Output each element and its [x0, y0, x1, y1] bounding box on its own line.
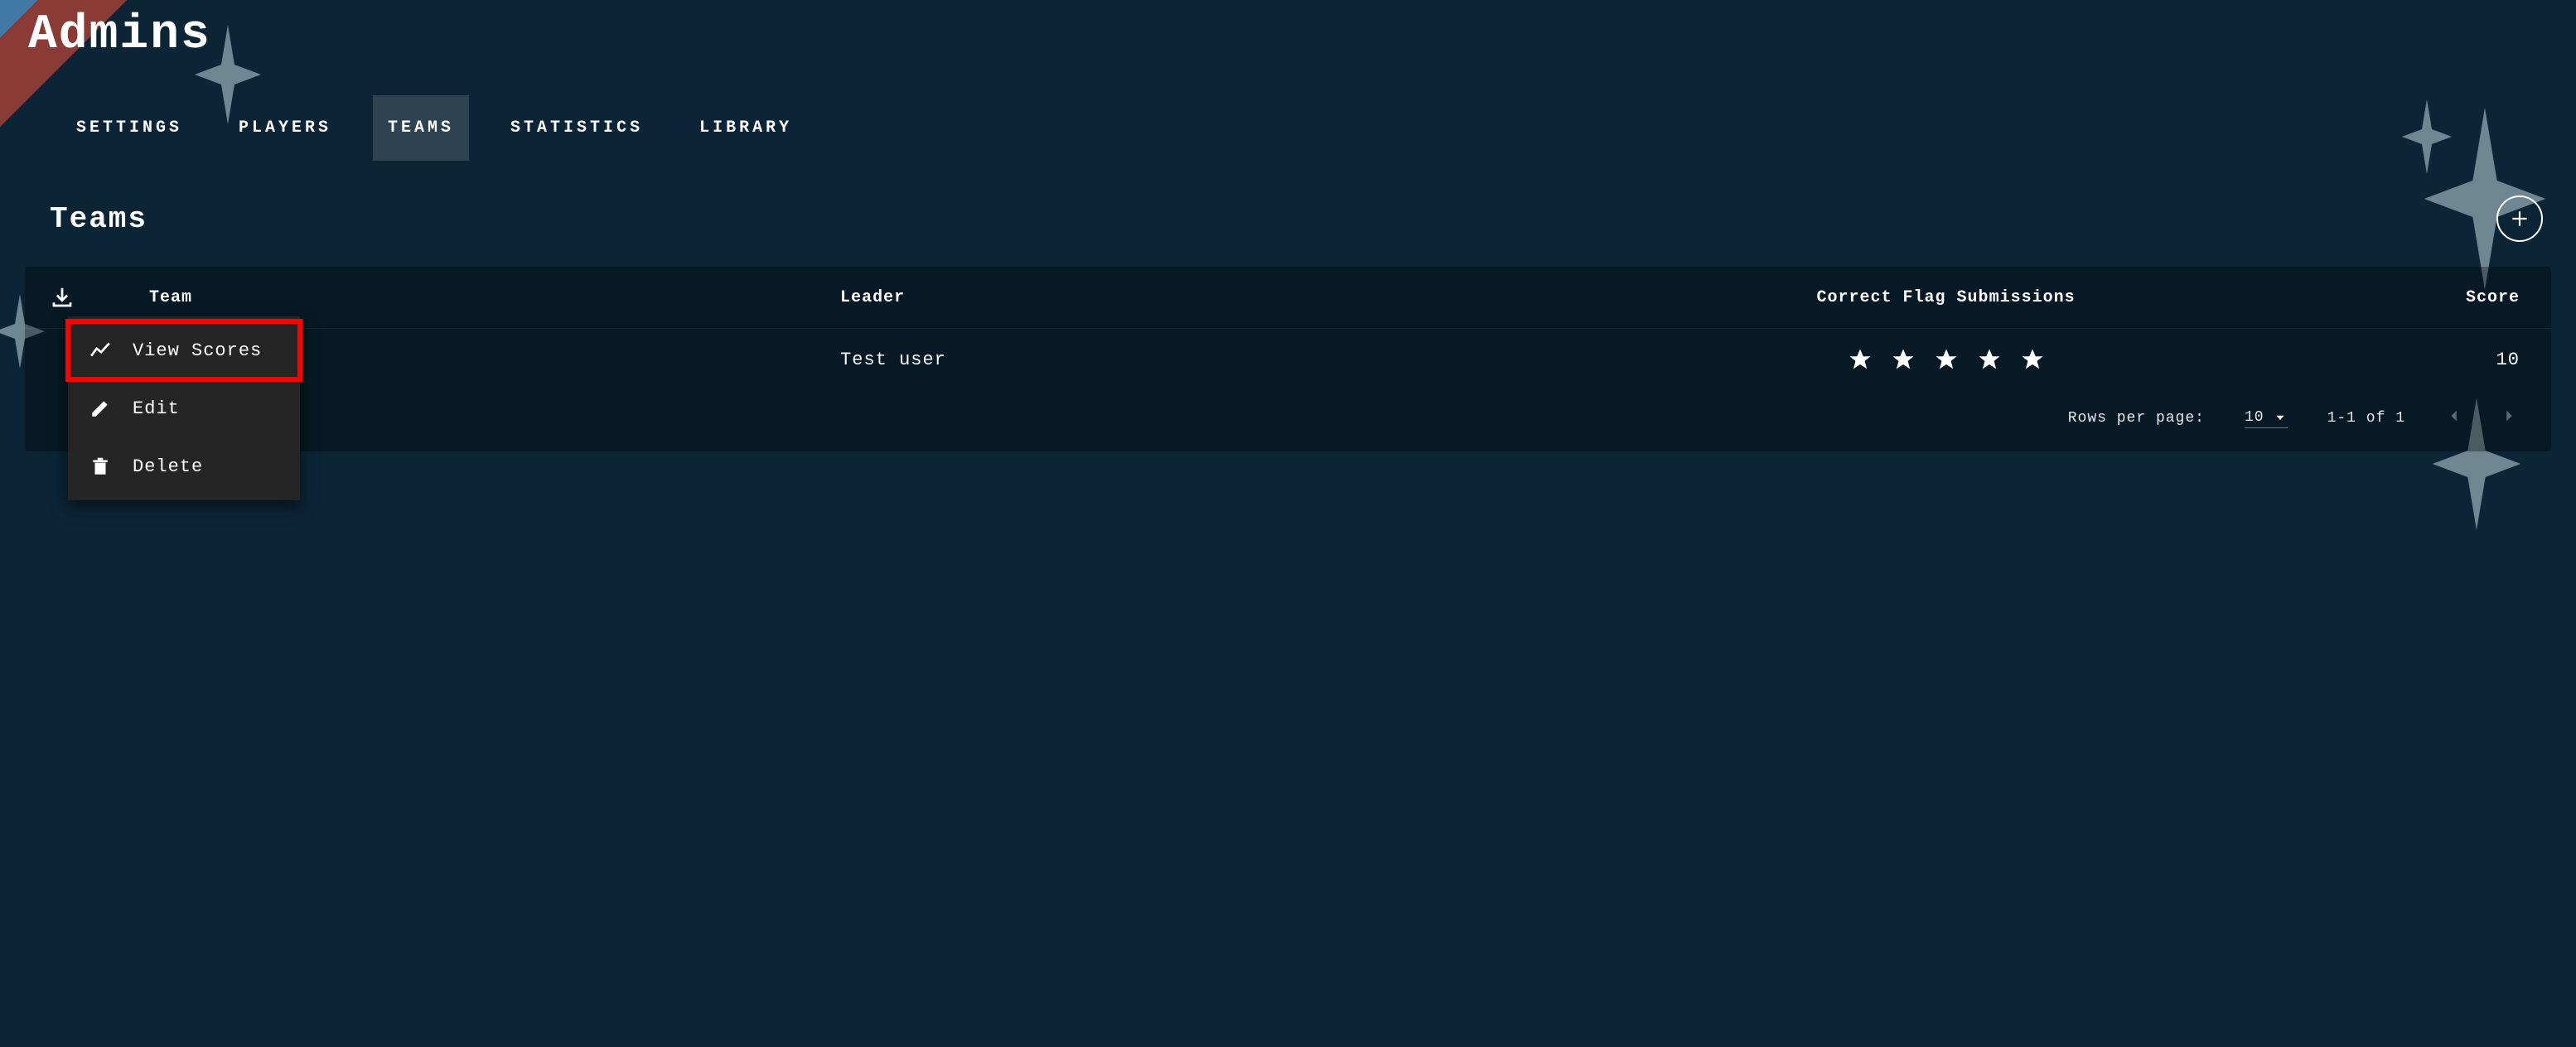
tabs: SETTINGS PLAYERS TEAMS STATISTICS LIBRAR… — [61, 95, 2551, 161]
cell-flags — [1531, 347, 2361, 372]
col-team[interactable]: Team — [149, 288, 840, 307]
download-button[interactable] — [50, 285, 149, 310]
star-icon — [2020, 347, 2045, 372]
trend-icon — [89, 340, 111, 361]
col-leader[interactable]: Leader — [840, 288, 1531, 307]
download-icon — [50, 285, 75, 310]
table-header: Team Leader Correct Flag Submissions Sco… — [25, 267, 2551, 329]
table-row[interactable]: eam 01 Test user 10 — [25, 329, 2551, 390]
section-title: Teams — [50, 202, 147, 236]
tab-settings[interactable]: SETTINGS — [61, 95, 197, 161]
tab-statistics[interactable]: STATISTICS — [495, 95, 658, 161]
caret-down-icon — [2273, 410, 2288, 425]
menu-delete[interactable]: Delete — [68, 437, 300, 495]
menu-delete-label: Delete — [133, 456, 203, 477]
trash-icon — [89, 456, 111, 477]
pagination: Rows per page: 10 1-1 of 1 — [25, 390, 2551, 451]
chevron-right-icon — [2500, 407, 2518, 425]
tab-library[interactable]: LIBRARY — [684, 95, 807, 161]
rows-per-page-value: 10 — [2245, 409, 2264, 426]
star-icon — [1977, 347, 2002, 372]
star-icon — [1848, 347, 1873, 372]
menu-edit[interactable]: Edit — [68, 379, 300, 437]
pencil-icon — [89, 398, 111, 419]
page-title: Admins — [28, 0, 2551, 62]
row-context-menu: View Scores Edit Delete — [68, 316, 300, 500]
star-icon — [1891, 347, 1916, 372]
tab-players[interactable]: PLAYERS — [224, 95, 346, 161]
rows-per-page-select[interactable]: 10 — [2245, 409, 2288, 428]
menu-view-scores[interactable]: View Scores — [68, 321, 300, 379]
plus-icon — [2509, 208, 2530, 229]
pagination-range: 1-1 of 1 — [2327, 410, 2405, 427]
add-team-button[interactable] — [2496, 195, 2543, 242]
rows-per-page-label: Rows per page: — [2068, 410, 2205, 427]
menu-view-scores-label: View Scores — [133, 340, 262, 361]
teams-table: Team Leader Correct Flag Submissions Sco… — [25, 267, 2551, 451]
chevron-left-icon — [2445, 407, 2463, 425]
next-page-button[interactable] — [2500, 407, 2518, 430]
prev-page-button[interactable] — [2445, 407, 2463, 430]
col-flags[interactable]: Correct Flag Submissions — [1531, 288, 2361, 307]
star-icon — [1934, 347, 1959, 372]
cell-leader: Test user — [840, 350, 1531, 370]
col-score[interactable]: Score — [2361, 288, 2526, 307]
tab-teams[interactable]: TEAMS — [373, 95, 469, 161]
menu-edit-label: Edit — [133, 398, 180, 419]
cell-score: 10 — [2361, 350, 2526, 370]
